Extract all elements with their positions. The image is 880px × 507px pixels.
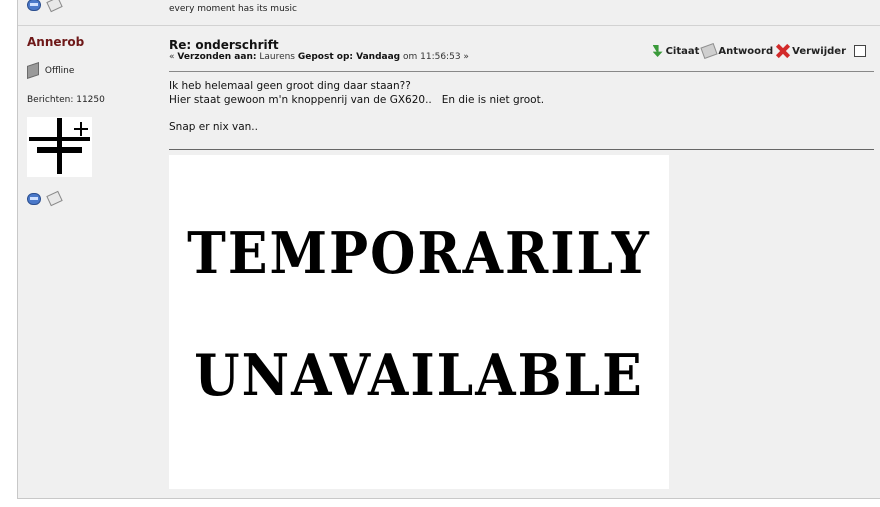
quote-label: Citaat <box>665 45 700 57</box>
author-name[interactable]: Annerob <box>27 35 84 49</box>
forum-thread: every moment has its music Annerob Offli… <box>17 0 880 499</box>
post-body-blank-line <box>169 107 544 121</box>
delete-label: Verwijder <box>792 45 846 57</box>
signature-divider <box>169 149 874 150</box>
avatar-stroke <box>37 147 82 153</box>
post-body-line: Ik heb helemaal geen groot ding daar sta… <box>169 80 411 92</box>
pm-icon[interactable] <box>27 192 41 205</box>
post-subject[interactable]: Re: onderschrift <box>169 38 279 52</box>
posted-on-label: Gepost op: Vandaag <box>297 52 401 62</box>
author-contact-icons <box>27 188 63 207</box>
previous-post-signature: every moment has its music <box>169 4 297 14</box>
post-body-line: Hier staat gewoon m'n knoppenrij van de … <box>169 93 545 106</box>
offline-icon <box>27 62 39 79</box>
select-post-checkbox[interactable] <box>854 45 866 57</box>
avatar-stroke <box>29 137 90 141</box>
reply-icon <box>700 42 719 60</box>
post-meta: « Verzonden aan: Laurens Gepost op: Vand… <box>169 52 469 62</box>
post-body-line: Snap er nix van.. <box>169 121 258 133</box>
quote-button[interactable]: Citaat <box>652 45 700 57</box>
image-text-line-1: TEMPORARILY <box>187 219 651 288</box>
post-time: om 11:56:53 <box>400 52 464 62</box>
avatar-stroke <box>57 118 62 174</box>
reply-label: Antwoord <box>718 45 774 57</box>
avatar <box>27 117 92 177</box>
delete-icon <box>776 44 790 58</box>
reply-button[interactable]: Antwoord <box>700 42 774 60</box>
previous-post-contact-icons <box>27 0 63 13</box>
post-header-divider <box>169 71 874 72</box>
sent-to-value: Laurens <box>256 52 298 62</box>
post-actions: Citaat Antwoord Verwijder <box>652 42 866 60</box>
meta-suffix: » <box>463 52 469 62</box>
pm-icon[interactable] <box>27 0 41 11</box>
avatar-stroke <box>80 122 82 136</box>
unavailable-image: TEMPORARILY UNAVAILABLE <box>169 155 669 489</box>
quote-icon <box>652 45 663 57</box>
email-icon[interactable] <box>46 190 63 207</box>
delete-button[interactable]: Verwijder <box>776 44 846 58</box>
post-body: Ik heb helemaal geen groot ding daar sta… <box>169 80 544 135</box>
author-status: Offline <box>27 62 75 79</box>
previous-post-footer: every moment has its music <box>18 0 880 26</box>
author-status-label: Offline <box>44 66 75 76</box>
email-icon[interactable] <box>46 0 63 13</box>
author-post-count: Berichten: 11250 <box>27 95 105 105</box>
sent-to-label: Verzonden aan: <box>177 52 257 62</box>
image-text-line-2: UNAVAILABLE <box>194 341 644 410</box>
